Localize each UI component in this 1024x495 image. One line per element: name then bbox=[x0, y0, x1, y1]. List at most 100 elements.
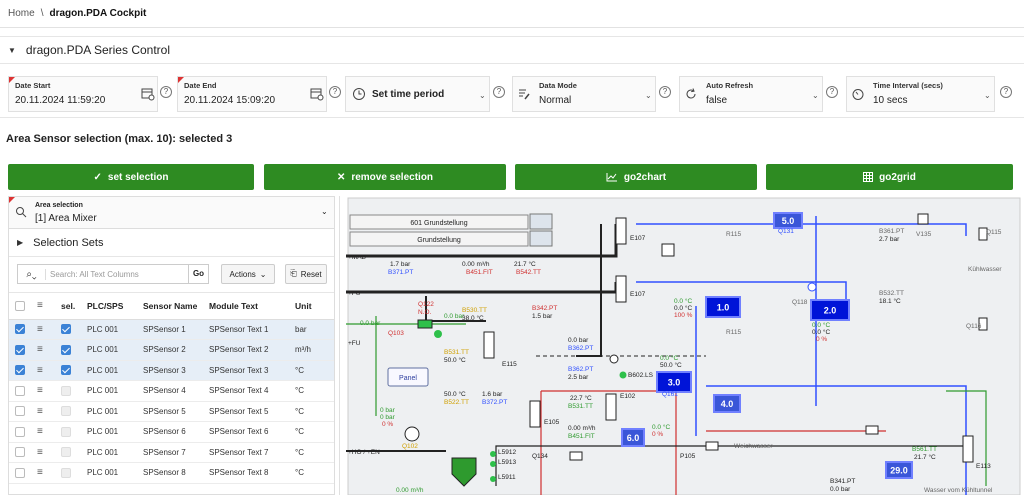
diagram-label: +FU bbox=[348, 340, 361, 347]
area-select[interactable]: Area selection [1] Area Mixer ⌄ bbox=[9, 197, 334, 229]
zoom-in-icon[interactable] bbox=[529, 213, 553, 230]
panel-button[interactable]: Panel bbox=[387, 367, 429, 387]
collapse-caret-icon[interactable]: ▼ bbox=[8, 46, 16, 55]
chevron-down-icon: ⌄ bbox=[479, 91, 486, 100]
value-box[interactable]: 4.0 bbox=[713, 394, 741, 413]
value-box[interactable]: 6.0 bbox=[621, 428, 645, 447]
remove-selection-button[interactable]: ✕ remove selection bbox=[264, 164, 506, 190]
go-button[interactable]: Go bbox=[188, 265, 208, 283]
go2chart-button[interactable]: go2chart bbox=[515, 164, 757, 190]
set-selection-button[interactable]: ✓ set selection bbox=[8, 164, 254, 190]
value-box[interactable]: 3.0 bbox=[656, 371, 692, 393]
sel-checkbox[interactable] bbox=[61, 467, 71, 478]
sel-checkbox[interactable] bbox=[61, 324, 71, 335]
sel-checkbox[interactable] bbox=[61, 426, 71, 437]
row-menu-icon[interactable]: ≡ bbox=[37, 324, 43, 335]
calendar-icon[interactable] bbox=[310, 87, 324, 101]
pump-q102 bbox=[404, 426, 420, 442]
calendar-icon[interactable] bbox=[141, 87, 155, 101]
help-icon[interactable]: ? bbox=[329, 86, 341, 98]
hamburger-icon[interactable]: ≡ bbox=[37, 300, 43, 311]
table-row[interactable]: ≡ PLC 001 SPSensor 6 SPSensor Text 6 °C bbox=[9, 421, 334, 443]
sel-cell bbox=[55, 319, 81, 340]
column-header-unit[interactable]: Unit bbox=[289, 293, 334, 320]
column-header-module[interactable]: Module Text bbox=[203, 293, 289, 320]
table-row[interactable]: ≡ PLC 001 SPSensor 3 SPSensor Text 3 °C bbox=[9, 360, 334, 381]
column-header-sensor[interactable]: Sensor Name bbox=[137, 293, 203, 320]
zoom-out-icon[interactable] bbox=[529, 230, 553, 247]
auto-refresh-select[interactable]: Auto Refresh false ⌄ bbox=[679, 76, 823, 112]
row-select-checkbox[interactable] bbox=[15, 344, 25, 355]
row-menu-icon[interactable]: ≡ bbox=[37, 385, 43, 396]
table-row[interactable]: ≡ PLC 001 SPSensor 1 SPSensor Text 1 bar bbox=[9, 319, 334, 340]
row-select-checkbox[interactable] bbox=[15, 467, 25, 478]
column-header-plc[interactable]: PLC/SPS bbox=[81, 293, 137, 320]
grundstellung-button[interactable]: Grundstellung bbox=[349, 231, 529, 247]
row-select-checkbox[interactable] bbox=[15, 365, 25, 376]
check-icon: ✓ bbox=[93, 171, 102, 183]
diagram-label: Q131 bbox=[778, 228, 794, 235]
plc-cell: PLC 001 bbox=[81, 339, 137, 361]
diagram-label: 0 bar bbox=[380, 414, 396, 421]
row-select-checkbox[interactable] bbox=[15, 447, 25, 458]
help-icon[interactable]: ? bbox=[160, 86, 172, 98]
menu-header-cell: ≡ bbox=[31, 293, 55, 320]
reset-button[interactable]: ⎗ Reset bbox=[285, 264, 327, 284]
sel-checkbox[interactable] bbox=[61, 385, 71, 396]
row-menu-icon[interactable]: ≡ bbox=[37, 406, 43, 417]
date-end-label: Date End bbox=[184, 81, 217, 90]
sel-checkbox[interactable] bbox=[61, 406, 71, 417]
row-menu-icon[interactable]: ≡ bbox=[37, 447, 43, 458]
data-mode-select[interactable]: Data Mode Normal ⌄ bbox=[512, 76, 656, 112]
selection-sets-toggle[interactable]: ▶ Selection Sets bbox=[9, 229, 334, 257]
row-select-checkbox[interactable] bbox=[15, 385, 25, 396]
diagram-label: Weichwasser bbox=[734, 443, 773, 450]
search-icon[interactable]: ⌕⌄ bbox=[18, 268, 46, 280]
diagram-label: 0.0 bar bbox=[568, 337, 589, 344]
row-menu-icon[interactable]: ≡ bbox=[37, 426, 43, 437]
row-select-checkbox[interactable] bbox=[15, 406, 25, 417]
time-interval-value: 10 secs bbox=[873, 95, 908, 106]
table-row[interactable]: ≡ PLC 001 SPSensor 4 SPSensor Text 4 °C bbox=[9, 380, 334, 402]
sel-cell bbox=[55, 339, 81, 361]
table-row[interactable]: ≡ PLC 001 SPSensor 8 SPSensor Text 8 °C bbox=[9, 462, 334, 484]
filter-bar: Date Start 20.11.2024 11:59:20 ? Date En… bbox=[0, 70, 1024, 118]
diagram-label: 0.0 °C bbox=[652, 423, 670, 431]
table-row[interactable]: ≡ PLC 001 SPSensor 2 SPSensor Text 2 m³/h bbox=[9, 339, 334, 361]
row-menu-icon[interactable]: ≡ bbox=[37, 344, 43, 355]
row-menu-icon[interactable]: ≡ bbox=[37, 365, 43, 376]
row-select-checkbox[interactable] bbox=[15, 426, 25, 437]
sel-checkbox[interactable] bbox=[61, 447, 71, 458]
value-box[interactable]: 29.0 bbox=[885, 461, 913, 479]
sel-cell bbox=[55, 380, 81, 402]
module-text-cell: SPSensor Text 5 bbox=[203, 401, 289, 422]
help-icon[interactable]: ? bbox=[659, 86, 671, 98]
sel-checkbox[interactable] bbox=[61, 365, 71, 376]
grundstellung-601-button[interactable]: 601 Grundstellung bbox=[349, 214, 529, 230]
go2grid-button[interactable]: go2grid bbox=[766, 164, 1013, 190]
select-all-checkbox[interactable] bbox=[15, 301, 25, 312]
actions-button[interactable]: Actions ⌄ bbox=[221, 264, 275, 284]
value-box[interactable]: 2.0 bbox=[810, 299, 850, 321]
help-icon[interactable]: ? bbox=[826, 86, 838, 98]
search-input[interactable]: Search: All Text Columns bbox=[46, 270, 188, 279]
date-end-field[interactable]: Date End 20.11.2024 15:09:20 bbox=[177, 76, 327, 112]
search-list-icon bbox=[16, 207, 27, 218]
table-row[interactable]: ≡ PLC 001 SPSensor 7 SPSensor Text 7 °C bbox=[9, 442, 334, 463]
table-row[interactable]: ≡ PLC 001 SPSensor 5 SPSensor Text 5 °C bbox=[9, 401, 334, 422]
sensor-point bbox=[807, 282, 817, 292]
breadcrumb-home[interactable]: Home bbox=[8, 8, 35, 19]
column-header-sel[interactable]: sel. bbox=[55, 293, 81, 320]
row-menu-icon[interactable]: ≡ bbox=[37, 467, 43, 478]
row-select-checkbox[interactable] bbox=[15, 324, 25, 335]
sel-checkbox[interactable] bbox=[61, 344, 71, 355]
diagram-label: 1.6 bar bbox=[482, 391, 503, 398]
time-interval-select[interactable]: Time Interval (secs) 10 secs ⌄ bbox=[846, 76, 995, 112]
value-box[interactable]: 5.0 bbox=[773, 212, 803, 229]
help-icon[interactable]: ? bbox=[493, 86, 505, 98]
gauge bbox=[609, 354, 619, 364]
time-period-select[interactable]: Set time period ⌄ bbox=[345, 76, 490, 112]
date-start-field[interactable]: Date Start 20.11.2024 11:59:20 bbox=[8, 76, 158, 112]
help-icon[interactable]: ? bbox=[1000, 86, 1012, 98]
value-box[interactable]: 1.0 bbox=[705, 296, 741, 318]
